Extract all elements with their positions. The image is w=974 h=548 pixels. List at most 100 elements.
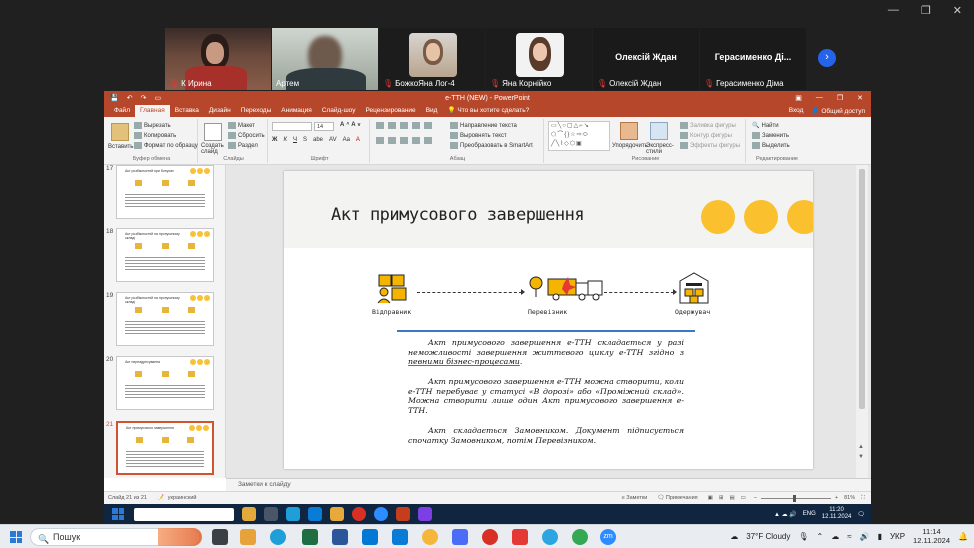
bullets-icon[interactable]	[376, 122, 384, 129]
notes-toggle[interactable]: ≡ Заметки	[622, 495, 648, 501]
reset-button[interactable]: Сбросить	[228, 132, 265, 139]
shape-outline-button[interactable]: Контур фигуры	[680, 132, 732, 139]
task-view-icon[interactable]	[212, 529, 228, 545]
participant-tile[interactable]: Олексій Ждан 🎙 Олексій Ждан	[593, 28, 699, 90]
paragraph-1[interactable]: Акт примусового завершення е-ТТН складає…	[408, 338, 684, 367]
wifi-icon[interactable]: ≈	[847, 532, 851, 541]
telegram-icon[interactable]	[542, 529, 558, 545]
chrome-icon[interactable]	[482, 529, 498, 545]
chrome-canary-icon[interactable]	[422, 529, 438, 545]
chrome-icon[interactable]	[352, 507, 366, 521]
weather-icon[interactable]: ☁	[730, 532, 738, 541]
zoom-app-icon[interactable]: zm	[600, 529, 616, 545]
indent-decrease-icon[interactable]	[400, 122, 408, 129]
strike-button[interactable]: abe	[313, 137, 323, 143]
fit-slide-icon[interactable]: ⛶	[861, 495, 865, 502]
zoom-slider[interactable]	[760, 494, 831, 502]
text-direction-button[interactable]: Направление текста	[450, 122, 517, 129]
new-slide-icon[interactable]	[204, 123, 222, 141]
slide-thumbnail[interactable]: 20 Акт переадресування	[104, 356, 222, 412]
zoom-out-button[interactable]: –	[754, 495, 757, 501]
tab-insert[interactable]: Вставка	[170, 105, 204, 117]
restore-icon[interactable]: ❐	[921, 4, 931, 17]
layout-button[interactable]: Макет	[228, 122, 255, 129]
columns-icon[interactable]	[424, 137, 432, 144]
battery-icon[interactable]: ▮	[878, 532, 882, 541]
shape-effects-button[interactable]: Эффекты фигуры	[680, 142, 740, 149]
participant-tile[interactable]: 🎙 БожкоЯна Лог-4	[379, 28, 485, 90]
participant-tile[interactable]: 🎙 Яна Корнійко	[486, 28, 592, 90]
powerpoint-app-icon[interactable]	[396, 507, 410, 521]
numbering-icon[interactable]	[388, 122, 396, 129]
file-explorer-icon[interactable]	[240, 529, 256, 545]
notification-bell-icon[interactable]: 🔔	[958, 532, 968, 541]
chrome-profile-icon[interactable]	[572, 529, 588, 545]
underline-button[interactable]: Ч	[293, 137, 297, 143]
tab-transitions[interactable]: Переходы	[236, 105, 277, 117]
find-button[interactable]: 🔍 Найти	[752, 122, 779, 130]
edge-icon[interactable]	[286, 507, 300, 521]
italic-button[interactable]: К	[283, 137, 287, 143]
language-status[interactable]: украинский	[168, 495, 197, 501]
tab-view[interactable]: Вид	[421, 105, 443, 117]
line-spacing-icon[interactable]	[424, 122, 432, 129]
viber-icon[interactable]	[418, 507, 432, 521]
remote-clock[interactable]: 11:20 12.11.2024	[822, 507, 852, 521]
mic-icon[interactable]: 🎙	[798, 532, 808, 541]
sorter-view-icon[interactable]: ⊞	[719, 495, 724, 501]
sign-in-link[interactable]: Вход	[789, 107, 804, 115]
weather-text[interactable]: 37°F Cloudy	[746, 532, 790, 541]
paragraph-3[interactable]: Акт складається Замовником. Документ під…	[408, 426, 684, 445]
slideshow-view-icon[interactable]: ▭	[741, 495, 746, 501]
tab-animation[interactable]: Анимация	[276, 105, 317, 117]
zoom-in-button[interactable]: +	[835, 495, 838, 501]
notes-pane[interactable]: Заметки к слайду	[226, 478, 871, 491]
word-icon[interactable]	[332, 529, 348, 545]
format-painter-button[interactable]: Формат по образцу	[134, 142, 198, 149]
remote-search-box[interactable]	[134, 507, 234, 521]
slide-scrollbar[interactable]: ▲ ▼	[856, 165, 868, 478]
shape-fill-button[interactable]: Заливка фигуры	[680, 122, 736, 129]
prev-slide-icon[interactable]: ▲	[858, 444, 864, 450]
spacing-button[interactable]: AV	[329, 137, 337, 143]
justify-icon[interactable]	[412, 137, 420, 144]
notifications-icon[interactable]: 🗨	[857, 511, 865, 518]
excel-icon[interactable]	[302, 529, 318, 545]
remote-tray-icons[interactable]: ▲ ☁ 🔊	[774, 511, 797, 518]
zoom-level[interactable]: 81%	[844, 495, 855, 501]
align-text-button[interactable]: Выровнять текст	[450, 132, 507, 139]
tab-home[interactable]: Главная	[134, 105, 170, 117]
spellcheck-icon[interactable]: 📝	[157, 495, 164, 501]
start-icon[interactable]	[10, 531, 22, 543]
bold-button[interactable]: Ж	[272, 137, 277, 143]
remote-language[interactable]: ENG	[803, 511, 816, 517]
task-view-icon[interactable]	[264, 507, 278, 521]
remote-start-icon[interactable]	[112, 508, 124, 520]
outlook-icon[interactable]	[362, 529, 378, 545]
reading-view-icon[interactable]: ▤	[729, 495, 734, 501]
arrange-button[interactable]: Упорядочить	[612, 143, 648, 149]
paragraph-2[interactable]: Акт примусового завершення е-ТТН можна с…	[408, 377, 684, 415]
section-button[interactable]: Раздел	[228, 142, 258, 149]
comments-toggle[interactable]: 🗨 Примечания	[657, 495, 697, 501]
slide-canvas[interactable]: Акт примусового завершення Відправник Пе…	[284, 171, 813, 469]
participant-tile-active[interactable]: Артем	[272, 28, 378, 90]
clock[interactable]: 11:14 12.11.2024	[913, 527, 950, 545]
font-name-combo[interactable]	[272, 122, 312, 131]
font-size-combo[interactable]: 14	[314, 122, 334, 131]
minimize-icon[interactable]: —	[888, 4, 899, 17]
slide-thumbnail[interactable]: 17 Акт розбіжностей при бонусах	[104, 165, 222, 221]
share-button[interactable]: 👤 Общий доступ	[811, 107, 865, 115]
arrange-icon[interactable]	[620, 122, 638, 140]
tell-me-search[interactable]: 💡 Что вы хотите сделать?	[442, 105, 534, 117]
case-button[interactable]: Aa	[343, 137, 350, 143]
onedrive-icon[interactable]: ☁	[831, 532, 839, 541]
next-page-button[interactable]: ›	[818, 49, 836, 67]
indent-increase-icon[interactable]	[412, 122, 420, 129]
slide-thumbnail[interactable]: 18 Акт розбіжностей на пропускному склад…	[104, 228, 222, 284]
zoom-app-icon[interactable]	[374, 507, 388, 521]
scrollbar-thumb[interactable]	[859, 169, 865, 409]
anydesk-icon[interactable]	[512, 529, 528, 545]
close-icon[interactable]: ✕	[953, 4, 962, 17]
tab-design[interactable]: Дизайн	[204, 105, 236, 117]
